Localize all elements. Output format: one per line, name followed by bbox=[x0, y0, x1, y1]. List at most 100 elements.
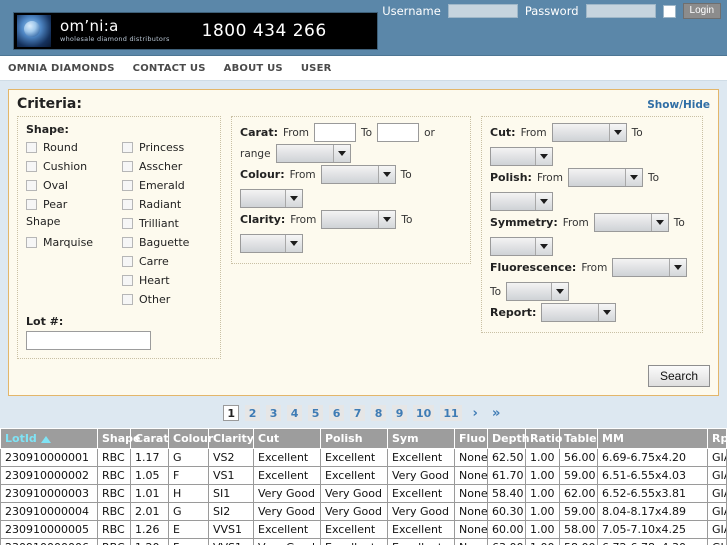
polish-from-select[interactable] bbox=[567, 168, 643, 187]
chevron-down-icon[interactable] bbox=[669, 259, 687, 276]
chevron-down-icon[interactable] bbox=[624, 169, 642, 186]
fluorescence-from-select[interactable] bbox=[612, 258, 688, 277]
table-row[interactable]: 230910000006RBC1.20FVVS1Very GoodExcelle… bbox=[0, 538, 727, 545]
checkbox-icon[interactable] bbox=[122, 180, 133, 191]
checkbox-icon[interactable] bbox=[122, 256, 133, 267]
page-link-6[interactable]: 6 bbox=[329, 405, 345, 421]
page-link-3[interactable]: 3 bbox=[266, 405, 282, 421]
nav-item-user[interactable]: USER bbox=[301, 63, 332, 74]
checkbox-icon[interactable] bbox=[122, 275, 133, 286]
page-link-2[interactable]: 2 bbox=[245, 405, 261, 421]
checkbox-icon[interactable] bbox=[122, 218, 133, 229]
shape-option-baguette[interactable]: Baguette bbox=[122, 234, 212, 251]
shape-option-pear[interactable]: Pear bbox=[26, 196, 116, 213]
shape-option-asscher[interactable]: Asscher bbox=[122, 158, 212, 175]
lot-number-input[interactable] bbox=[26, 331, 151, 350]
table-row[interactable]: 230910000002 RBC 1.05 F VS1 Excellent Excellen… bbox=[0, 466, 727, 485]
column-header-mm[interactable]: MM bbox=[597, 428, 708, 449]
shape-option-oval[interactable]: Oval bbox=[26, 177, 116, 194]
column-header-fluo[interactable]: Fluo bbox=[454, 428, 488, 449]
carat-to-input[interactable] bbox=[377, 123, 420, 142]
column-header-carat[interactable]: Carat bbox=[130, 428, 169, 449]
column-header-depth[interactable]: Depth bbox=[487, 428, 530, 449]
table-row[interactable]: 230910000001 RBC 1.17 G VS2 Excellent Excellen… bbox=[0, 448, 727, 467]
logo-bar[interactable]: om’ni:a wholesale diamond distributors 1… bbox=[13, 12, 378, 50]
checkbox-icon[interactable] bbox=[122, 199, 133, 210]
checkbox-icon[interactable] bbox=[122, 237, 133, 248]
username-input[interactable] bbox=[447, 4, 518, 18]
clarity-from-select[interactable] bbox=[321, 210, 397, 229]
column-header-lotid[interactable]: LotId bbox=[0, 428, 98, 449]
chevron-down-icon[interactable] bbox=[378, 211, 396, 228]
checkbox-icon[interactable] bbox=[122, 142, 133, 153]
page-link-8[interactable]: 8 bbox=[371, 405, 387, 421]
nav-item-about-us[interactable]: ABOUT US bbox=[224, 63, 283, 74]
chevron-down-icon[interactable] bbox=[551, 283, 569, 300]
shape-option-cushion[interactable]: Cushion bbox=[26, 158, 116, 175]
nav-item-contact-us[interactable]: CONTACT US bbox=[133, 63, 206, 74]
column-header-polish[interactable]: Polish bbox=[320, 428, 388, 449]
shape-option-emerald[interactable]: Emerald bbox=[122, 177, 212, 194]
colour-from-select[interactable] bbox=[320, 165, 396, 184]
page-link-1[interactable]: 1 bbox=[223, 405, 240, 421]
page-link-4[interactable]: 4 bbox=[287, 405, 303, 421]
login-button[interactable]: Login bbox=[682, 3, 721, 19]
symmetry-to-select[interactable] bbox=[490, 237, 553, 256]
page-link-11[interactable]: 11 bbox=[440, 405, 462, 421]
chevron-down-icon[interactable] bbox=[650, 214, 668, 231]
checkbox-icon[interactable] bbox=[26, 237, 37, 248]
last-page-icon[interactable]: » bbox=[489, 405, 504, 421]
shape-option-other[interactable]: Other bbox=[122, 291, 212, 308]
column-header-colour[interactable]: Colour bbox=[168, 428, 213, 449]
checkbox-icon[interactable] bbox=[122, 161, 133, 172]
shape-option-carre[interactable]: Carre bbox=[122, 253, 212, 270]
cut-to-select[interactable] bbox=[490, 147, 553, 166]
page-link-7[interactable]: 7 bbox=[350, 405, 366, 421]
checkbox-icon[interactable] bbox=[26, 180, 37, 191]
shape-option-marquise[interactable]: Marquise bbox=[26, 234, 116, 251]
colour-to-select[interactable] bbox=[240, 189, 303, 208]
chevron-down-icon[interactable] bbox=[332, 145, 350, 162]
cut-from-select[interactable] bbox=[551, 123, 627, 142]
column-header-rpt[interactable]: Rpt bbox=[707, 428, 727, 449]
polish-to-select[interactable] bbox=[490, 192, 553, 211]
table-row[interactable]: 230910000005 RBC 1.26 E VVS1 Excellent Excelle… bbox=[0, 520, 727, 539]
checkbox-icon[interactable] bbox=[26, 142, 37, 153]
clarity-to-select[interactable] bbox=[240, 234, 303, 253]
report-select[interactable] bbox=[541, 303, 617, 322]
shape-option-trilliant[interactable]: Trilliant bbox=[122, 215, 212, 232]
chevron-down-icon[interactable] bbox=[598, 304, 616, 321]
page-link-9[interactable]: 9 bbox=[392, 405, 408, 421]
remember-me-checkbox[interactable] bbox=[662, 4, 676, 18]
search-button[interactable]: Search bbox=[647, 365, 710, 387]
password-input[interactable] bbox=[585, 4, 656, 18]
shape-option-heart[interactable]: Heart bbox=[122, 272, 212, 289]
shape-option-radiant[interactable]: Radiant bbox=[122, 196, 212, 213]
chevron-down-icon[interactable] bbox=[377, 166, 395, 183]
checkbox-icon[interactable] bbox=[26, 161, 37, 172]
page-link-10[interactable]: 10 bbox=[413, 405, 435, 421]
nav-item-omnia-diamonds[interactable]: OMNIA DIAMONDS bbox=[8, 63, 115, 74]
chevron-down-icon[interactable] bbox=[608, 124, 626, 141]
next-page-icon[interactable]: › bbox=[468, 405, 483, 421]
show-hide-link[interactable]: Show/Hide bbox=[647, 99, 710, 111]
fluorescence-to-select[interactable] bbox=[506, 282, 570, 301]
chevron-down-icon[interactable] bbox=[535, 238, 552, 255]
shape-option-princess[interactable]: Princess bbox=[122, 139, 212, 156]
column-header-ratio[interactable]: Ratio bbox=[525, 428, 562, 449]
column-header-shape[interactable]: Shape bbox=[97, 428, 141, 449]
table-row[interactable]: 230910000004 RBC 2.01 G SI2 Very Good Very Goo… bbox=[0, 502, 727, 521]
table-row[interactable]: 230910000003 RBC 1.01 H SI1 Very Good Very Goo… bbox=[0, 484, 727, 503]
carat-from-input[interactable] bbox=[314, 123, 357, 142]
shape-option-round[interactable]: Round bbox=[26, 139, 116, 156]
symmetry-from-select[interactable] bbox=[593, 213, 669, 232]
page-link-5[interactable]: 5 bbox=[308, 405, 324, 421]
chevron-down-icon[interactable] bbox=[535, 193, 552, 210]
checkbox-icon[interactable] bbox=[122, 294, 133, 305]
column-header-cut[interactable]: Cut bbox=[253, 428, 321, 449]
checkbox-icon[interactable] bbox=[26, 199, 37, 210]
carat-range-select[interactable] bbox=[275, 144, 351, 163]
chevron-down-icon[interactable] bbox=[285, 190, 302, 207]
chevron-down-icon[interactable] bbox=[285, 235, 302, 252]
column-header-clarity[interactable]: Clarity bbox=[208, 428, 254, 449]
